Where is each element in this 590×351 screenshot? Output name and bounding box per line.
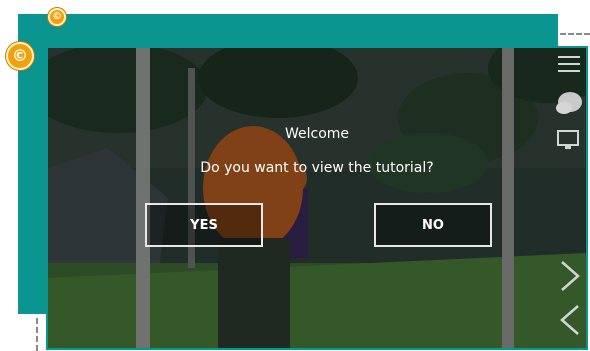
monitor-icon[interactable] (556, 128, 582, 152)
coin-icon: © (6, 42, 34, 70)
dialog-overlay (48, 48, 586, 348)
chevron-left-icon[interactable] (556, 302, 584, 338)
cloud-icon[interactable] (554, 86, 584, 120)
menu-icon[interactable] (556, 50, 582, 78)
no-button[interactable]: NO (374, 203, 492, 247)
chevron-right-icon[interactable] (556, 258, 584, 294)
dashed-guide-vertical (36, 318, 38, 351)
game-viewport: Welcome Do you want to view the tutorial… (46, 46, 588, 350)
dashed-guide-horizontal (560, 33, 590, 35)
dialog-question: Do you want to view the tutorial? (200, 160, 434, 176)
coin-icon: © (48, 8, 66, 26)
yes-button[interactable]: YES (145, 203, 263, 247)
dialog-title: Welcome (284, 126, 350, 142)
tutorial-prompt-screen: © © Welcome Do you want to view the tuto… (0, 0, 590, 351)
